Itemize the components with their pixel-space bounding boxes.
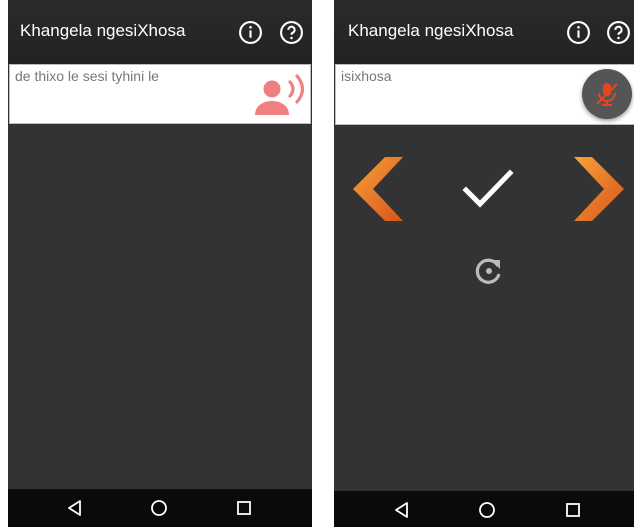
back-icon[interactable]	[65, 498, 85, 518]
home-icon[interactable]	[149, 498, 169, 518]
app-title: Khangela ngesiXhosa	[348, 21, 514, 40]
check-icon[interactable]	[461, 168, 515, 210]
app-bar: Khangela ngesiXhosa	[8, 0, 312, 64]
app-bar: Khangela ngesiXhosa	[334, 0, 634, 64]
recents-icon[interactable]	[563, 500, 583, 520]
mic-off-icon	[596, 83, 618, 106]
app-title: Khangela ngesiXhosa	[20, 21, 186, 40]
system-nav-bar	[8, 489, 312, 527]
system-nav-bar	[334, 491, 634, 527]
search-input[interactable]: de thixo le sesi tyhini le	[9, 64, 311, 124]
search-input-text: isixhosa	[341, 68, 392, 84]
info-icon[interactable]	[566, 20, 591, 45]
search-input-text: de thixo le sesi tyhini le	[15, 68, 159, 84]
home-icon[interactable]	[477, 500, 497, 520]
right-screen: Khangela ngesiXhosa isixhosa	[334, 0, 634, 527]
info-icon[interactable]	[238, 20, 263, 45]
back-icon[interactable]	[392, 500, 412, 520]
help-icon[interactable]	[279, 20, 304, 45]
chevron-left-icon[interactable]	[351, 155, 405, 223]
refresh-icon[interactable]	[474, 256, 504, 286]
help-icon[interactable]	[606, 20, 631, 45]
mic-off-button[interactable]	[582, 69, 632, 119]
left-screen: Khangela ngesiXhosa de thixo le sesi tyh…	[8, 0, 312, 527]
chevron-right-icon[interactable]	[572, 155, 626, 223]
recents-icon[interactable]	[234, 498, 254, 518]
speaking-person-icon[interactable]	[250, 71, 308, 119]
